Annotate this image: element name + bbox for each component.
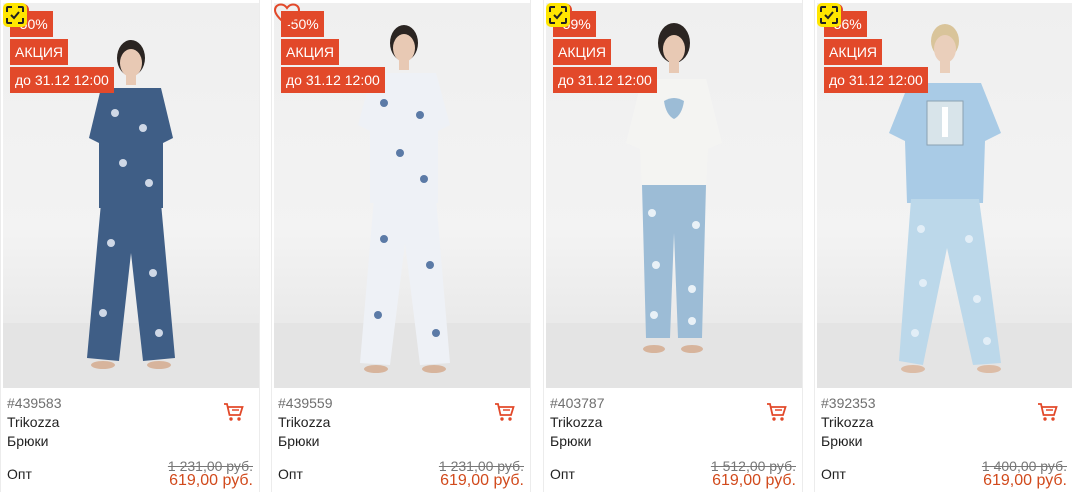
- product-grid: -50% АКЦИЯ до 31.12 12:00 #439583 Trikoz…: [0, 0, 1072, 492]
- deadline-badge: до 31.12 12:00: [10, 67, 114, 93]
- deadline-badge: до 31.12 12:00: [553, 67, 657, 93]
- product-brand[interactable]: Trikozza: [7, 414, 59, 430]
- product-photo[interactable]: -56% АКЦИЯ до 31.12 12:00: [817, 3, 1072, 388]
- product-photo[interactable]: -50% АКЦИЯ до 31.12 12:00: [3, 3, 259, 388]
- product-card[interactable]: -50% АКЦИЯ до 31.12 12:00 #439583 Trikoz…: [0, 0, 260, 492]
- product-card[interactable]: -50% АКЦИЯ до 31.12 12:00 #439559 Trikoz…: [271, 0, 531, 492]
- product-card[interactable]: -56% АКЦИЯ до 31.12 12:00 #392353 Trikoz…: [814, 0, 1072, 492]
- scan-check-icon[interactable]: [546, 3, 570, 27]
- current-price: 619,00 руб.: [169, 472, 253, 489]
- product-sku: #403787: [550, 395, 605, 411]
- cart-icon[interactable]: [766, 402, 788, 422]
- scan-check-icon[interactable]: [817, 3, 841, 27]
- price-type-label: Опт: [7, 466, 32, 482]
- product-photo[interactable]: -50% АКЦИЯ до 31.12 12:00: [274, 3, 530, 388]
- cart-icon[interactable]: [494, 402, 516, 422]
- product-sku: #439583: [7, 395, 62, 411]
- promo-badge: АКЦИЯ: [281, 39, 340, 65]
- product-sku: #392353: [821, 395, 876, 411]
- product-category: Брюки: [7, 433, 49, 449]
- promo-badge: АКЦИЯ: [10, 39, 69, 65]
- price-type-label: Опт: [821, 466, 846, 482]
- cart-icon[interactable]: [223, 402, 245, 422]
- deadline-badge: до 31.12 12:00: [281, 67, 385, 93]
- product-category: Брюки: [821, 433, 863, 449]
- promo-badge: АКЦИЯ: [824, 39, 883, 65]
- cart-icon[interactable]: [1037, 402, 1059, 422]
- scan-check-icon[interactable]: [3, 3, 27, 27]
- price-type-label: Опт: [278, 466, 303, 482]
- product-card[interactable]: -59% АКЦИЯ до 31.12 12:00 #403787 Trikoz…: [543, 0, 803, 492]
- deadline-badge: до 31.12 12:00: [824, 67, 928, 93]
- current-price: 619,00 руб.: [712, 472, 796, 489]
- current-price: 619,00 руб.: [983, 472, 1067, 489]
- product-category: Брюки: [278, 433, 320, 449]
- product-category: Брюки: [550, 433, 592, 449]
- promo-badge: АКЦИЯ: [553, 39, 612, 65]
- product-photo[interactable]: -59% АКЦИЯ до 31.12 12:00: [546, 3, 802, 388]
- product-brand[interactable]: Trikozza: [278, 414, 330, 430]
- product-brand[interactable]: Trikozza: [821, 414, 873, 430]
- heart-icon[interactable]: [274, 3, 300, 27]
- product-brand[interactable]: Trikozza: [550, 414, 602, 430]
- current-price: 619,00 руб.: [440, 472, 524, 489]
- price-type-label: Опт: [550, 466, 575, 482]
- product-sku: #439559: [278, 395, 333, 411]
